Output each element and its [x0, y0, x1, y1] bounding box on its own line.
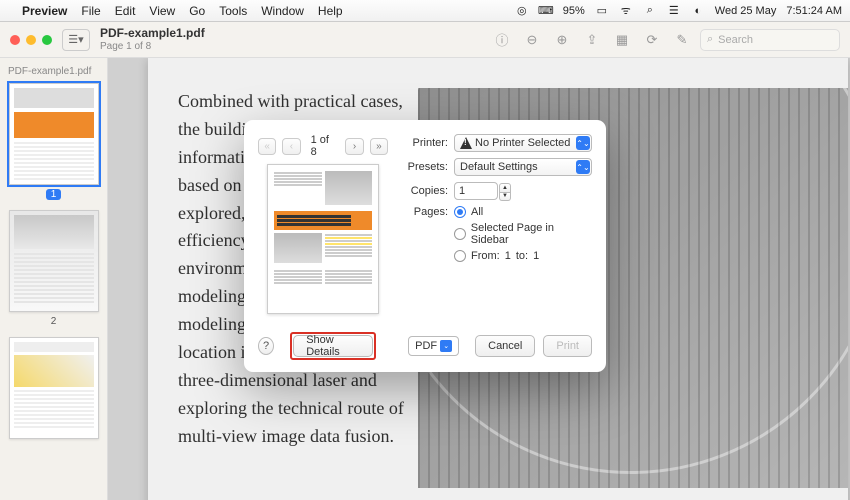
presets-label: Presets:	[402, 161, 448, 173]
copies-input[interactable]: 1 ▲▼	[454, 182, 498, 200]
chevron-down-icon: ⌄	[440, 340, 452, 352]
preview-prev-page[interactable]: ‹	[282, 138, 300, 155]
app-menu[interactable]: Preview	[22, 4, 67, 18]
thumbnail-page-3[interactable]	[9, 337, 99, 439]
pages-range-radio[interactable]	[454, 250, 466, 262]
presets-value: Default Settings	[460, 161, 538, 173]
share-icon[interactable]: ⇪	[584, 32, 600, 48]
keyboard-icon[interactable]: ⌨	[539, 4, 553, 18]
markup-icon[interactable]: ✎	[674, 32, 690, 48]
preview-next-page[interactable]: ›	[345, 138, 363, 155]
chevron-updown-icon: ⌃⌄	[576, 160, 590, 174]
document-title: PDF-example1.pdf	[100, 27, 205, 40]
thumbnail-label-1: 1	[6, 189, 101, 200]
close-window[interactable]	[10, 35, 20, 45]
zoom-window[interactable]	[42, 35, 52, 45]
print-preview-thumbnail	[267, 164, 379, 314]
menu-edit[interactable]: Edit	[115, 4, 136, 18]
siri-icon[interactable]: ◐	[691, 4, 705, 18]
menubar-time[interactable]: 7:51:24 AM	[786, 5, 842, 17]
minimize-window[interactable]	[26, 35, 36, 45]
window-controls	[10, 35, 52, 45]
battery-percent: 95%	[563, 5, 585, 17]
printer-value: No Printer Selected	[475, 137, 570, 149]
menu-tools[interactable]: Tools	[219, 4, 247, 18]
show-details-button[interactable]: Show Details	[293, 335, 373, 357]
search-icon[interactable]: ⌕	[643, 4, 657, 18]
pages-selected-radio[interactable]	[454, 228, 466, 240]
menu-help[interactable]: Help	[318, 4, 343, 18]
info-icon[interactable]: ⓘ	[494, 32, 510, 48]
rotate-icon[interactable]: ⟳	[644, 32, 660, 48]
menu-view[interactable]: View	[149, 4, 175, 18]
wifi-icon[interactable]: ᯤ	[619, 4, 633, 18]
menu-window[interactable]: Window	[261, 4, 304, 18]
cancel-button[interactable]: Cancel	[475, 335, 535, 357]
toolbar-search[interactable]: ⌕ Search	[700, 29, 840, 51]
titlebar: ☰▾ PDF-example1.pdf Page 1 of 8 ⓘ ⊖ ⊕ ⇪ …	[0, 22, 850, 58]
presets-select[interactable]: Default Settings ⌃⌄	[454, 158, 592, 176]
copies-label: Copies:	[402, 185, 448, 197]
menu-file[interactable]: File	[81, 4, 100, 18]
printer-label: Printer:	[402, 137, 448, 149]
menubar-date[interactable]: Wed 25 May	[715, 5, 777, 17]
pdf-dropdown[interactable]: PDF ⌄	[408, 336, 459, 356]
warning-icon	[460, 137, 472, 149]
pages-all-radio[interactable]	[454, 206, 466, 218]
thumbnail-label-2: 2	[6, 316, 101, 327]
highlight-icon[interactable]: ▦	[614, 32, 630, 48]
print-dialog: « ‹ 1 of 8 › » Printer:	[244, 120, 606, 372]
menubar: Preview File Edit View Go Tools Window H…	[0, 0, 850, 22]
pages-to-input[interactable]: 1	[533, 250, 539, 262]
copies-stepper[interactable]: ▲▼	[499, 183, 511, 201]
pages-label: Pages:	[402, 206, 448, 218]
zoom-in-icon[interactable]: ⊕	[554, 32, 570, 48]
thumbnail-sidebar: PDF-example1.pdf 1 2	[0, 58, 108, 500]
zoom-out-icon[interactable]: ⊖	[524, 32, 540, 48]
search-icon: ⌕	[707, 33, 713, 46]
chevron-updown-icon: ⌃⌄	[576, 136, 590, 150]
pages-all-label: All	[471, 206, 483, 218]
thumbnail-page-1[interactable]	[9, 83, 99, 185]
battery-icon: ▭	[595, 4, 609, 18]
preview-first-page[interactable]: «	[258, 138, 276, 155]
printer-select[interactable]: No Printer Selected ⌃⌄	[454, 134, 592, 152]
page-indicator: Page 1 of 8	[100, 41, 205, 52]
show-details-highlight: Show Details	[290, 332, 376, 360]
pages-selected-label: Selected Page in Sidebar	[471, 222, 592, 246]
preview-page-indicator: 1 of 8	[311, 134, 336, 158]
sidebar-title: PDF-example1.pdf	[8, 66, 101, 77]
preview-last-page[interactable]: »	[370, 138, 388, 155]
help-button[interactable]: ?	[258, 337, 274, 355]
pages-to-label: to:	[516, 250, 528, 262]
thumbnail-page-2[interactable]	[9, 210, 99, 312]
control-center-icon[interactable]: ☰	[667, 4, 681, 18]
search-placeholder: Search	[718, 34, 753, 46]
pages-from-label: From:	[471, 250, 500, 262]
status-icon[interactable]: ◎	[515, 4, 529, 18]
pages-from-input[interactable]: 1	[505, 250, 511, 262]
print-button[interactable]: Print	[543, 335, 592, 357]
menu-go[interactable]: Go	[189, 4, 205, 18]
sidebar-toggle[interactable]: ☰▾	[62, 29, 90, 51]
